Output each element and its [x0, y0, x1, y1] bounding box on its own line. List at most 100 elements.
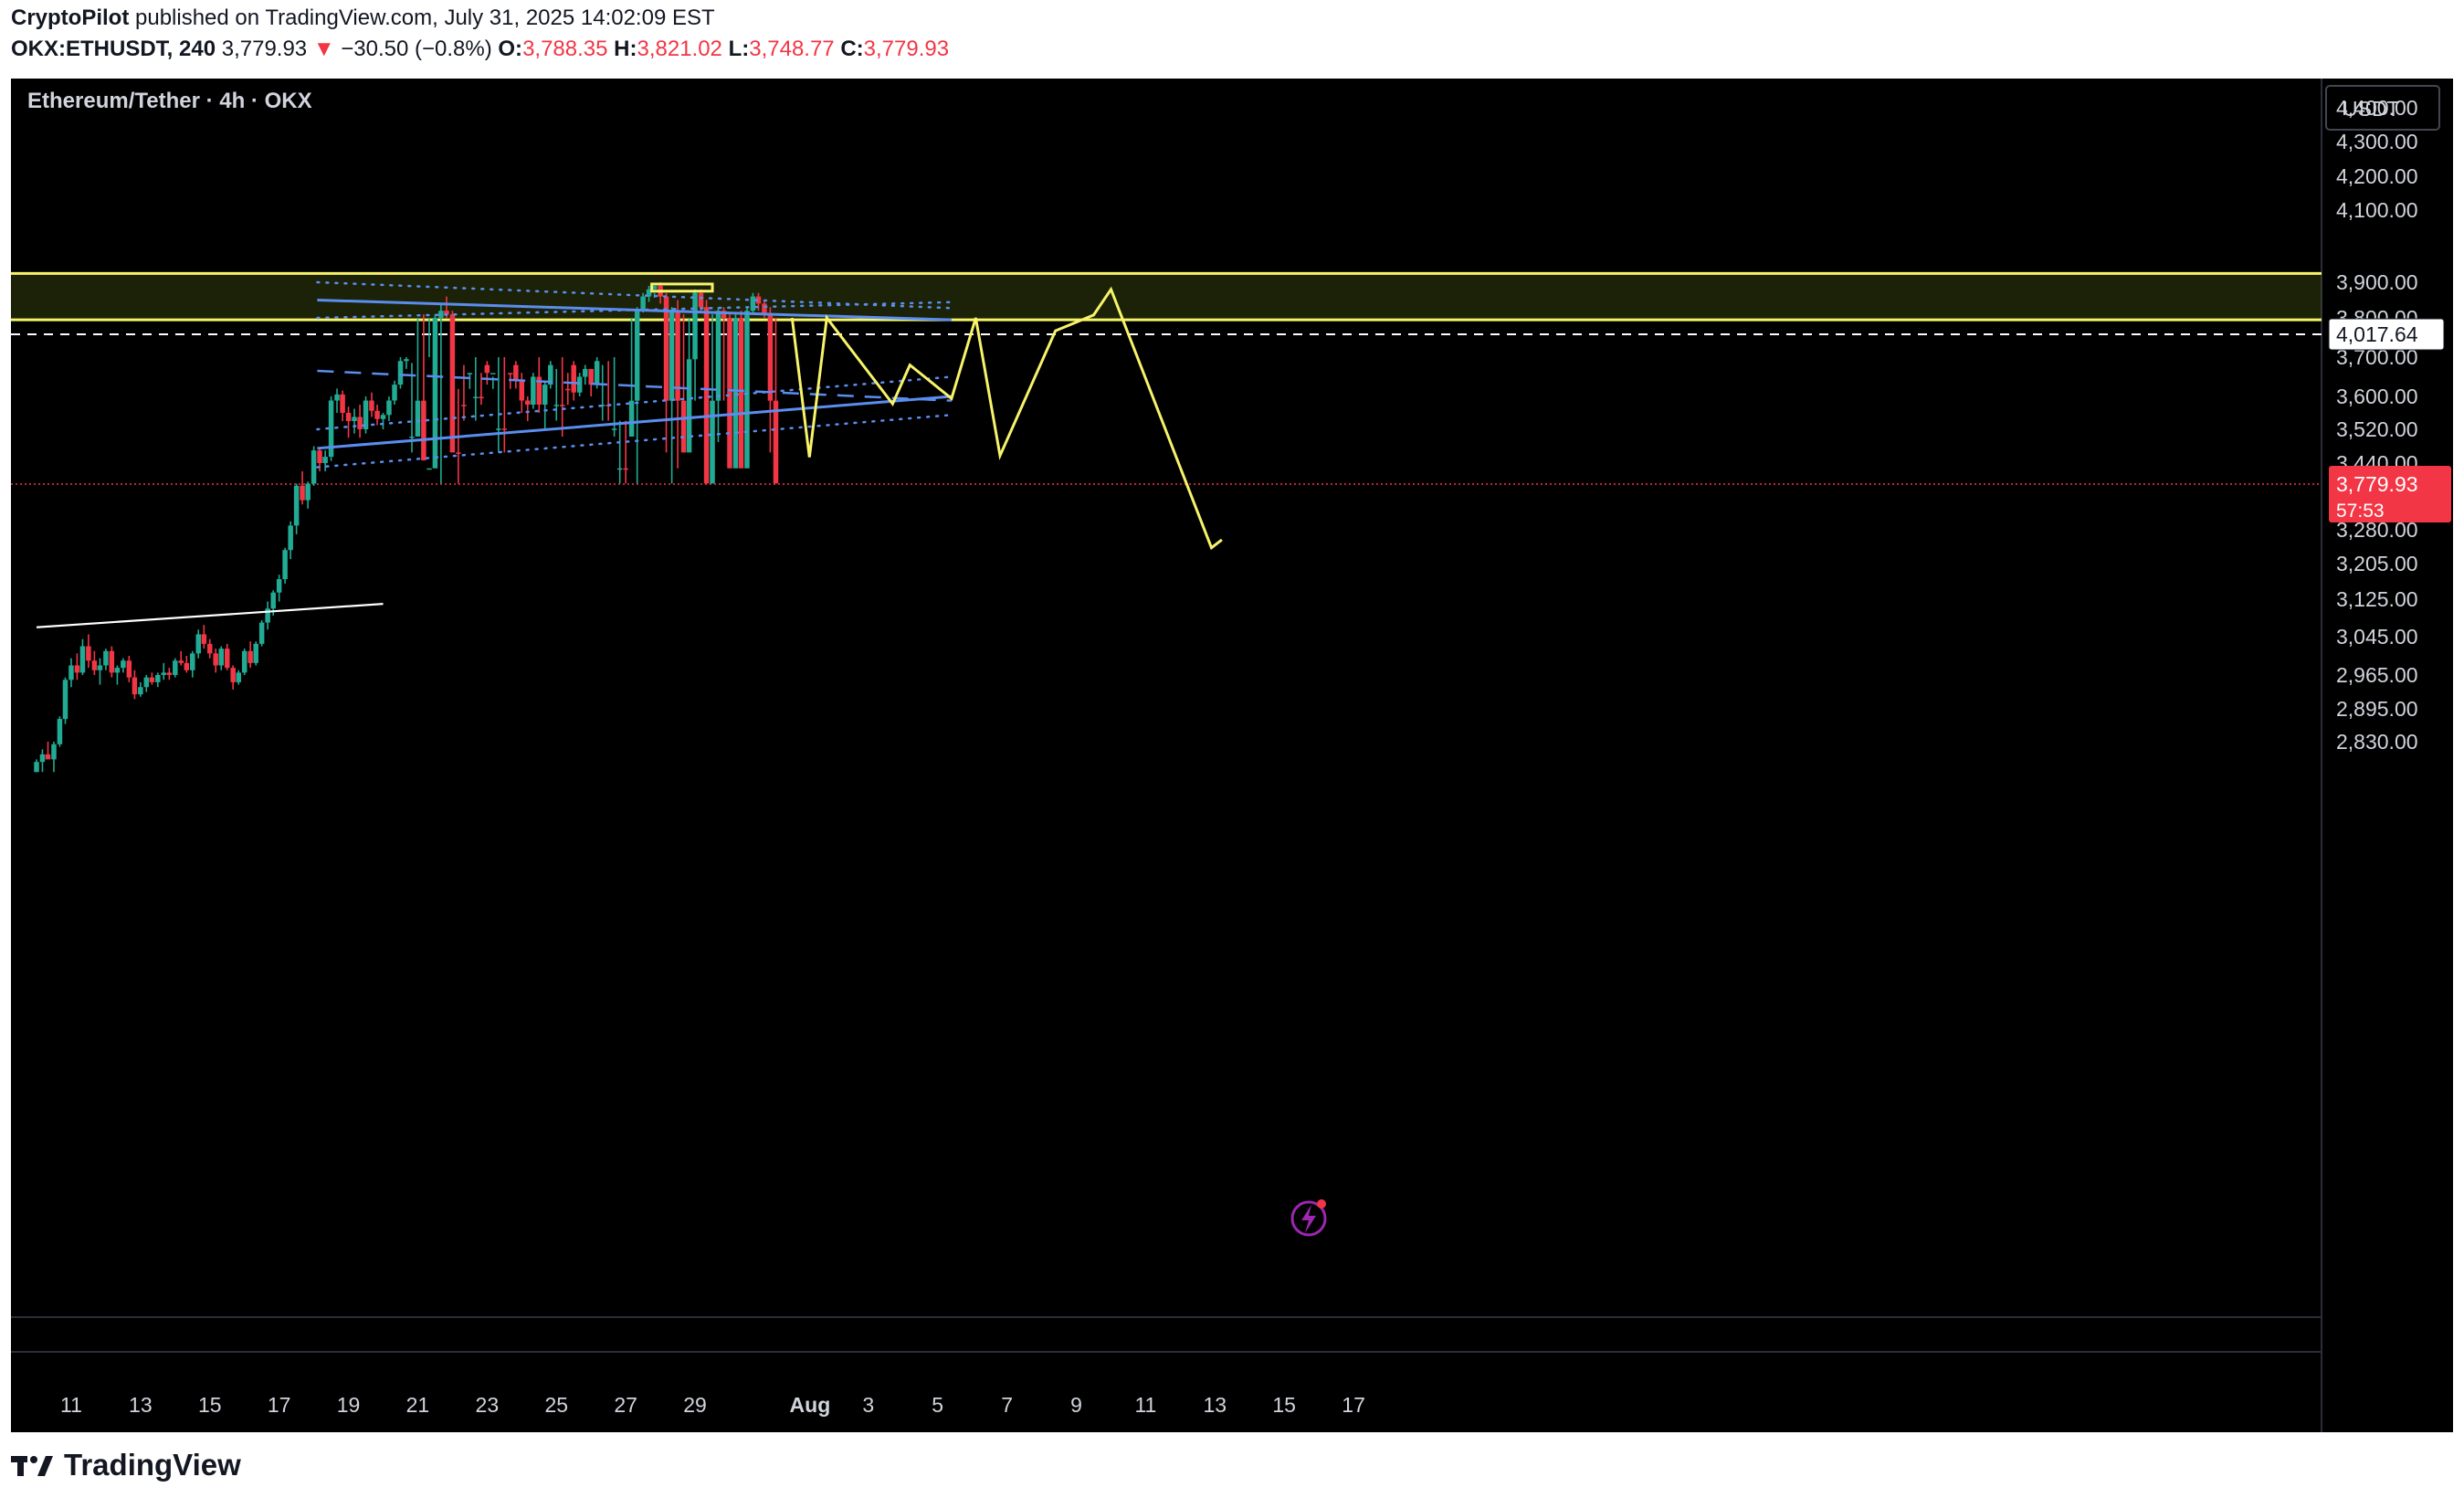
x-tick-label: 17: [1342, 1393, 1365, 1417]
candle-body: [727, 318, 732, 469]
candle-body: [236, 672, 241, 682]
candle-body: [404, 359, 409, 362]
candle-body: [490, 373, 496, 374]
resistance-zone: [11, 273, 2322, 321]
candle-body: [438, 311, 444, 318]
publish-text: published on TradingView.com, July 31, 2…: [135, 5, 715, 30]
author-name[interactable]: CryptoPilot: [11, 5, 129, 30]
price-chart[interactable]: Ethereum/Tether · 4h · OKX USDT4,400.004,…: [11, 79, 2453, 1432]
candle-body: [270, 592, 276, 609]
candle-body: [634, 309, 640, 401]
candle-body: [715, 311, 721, 401]
candle-body: [305, 483, 311, 501]
candle: [744, 307, 750, 469]
candle-body: [114, 668, 121, 673]
x-tick-label: 15: [1272, 1393, 1296, 1417]
candle: [363, 396, 369, 434]
candle: [62, 677, 68, 724]
candle-body: [588, 368, 594, 385]
candle-body: [565, 388, 571, 391]
candle-body: [62, 680, 68, 720]
candle-body: [680, 400, 687, 453]
candle-body: [513, 364, 519, 381]
footer-brand: TradingView: [64, 1448, 241, 1482]
candle-body: [508, 373, 513, 374]
candle-body: [241, 650, 247, 673]
candle-body: [582, 368, 588, 377]
candle-body: [51, 744, 57, 760]
candle: [258, 620, 265, 647]
candle-body: [352, 417, 357, 421]
candle-body: [149, 677, 155, 682]
candle-body: [542, 385, 548, 405]
candle-body: [258, 622, 265, 644]
candle-body: [501, 428, 508, 430]
candle: [397, 357, 404, 389]
candle-body: [109, 650, 115, 673]
candle-body: [91, 660, 98, 670]
candle-body: [178, 660, 184, 663]
x-tick-label: 13: [129, 1393, 153, 1417]
candle: [57, 716, 63, 747]
candle-body: [415, 400, 421, 437]
candle-body: [409, 436, 415, 438]
candle-body: [369, 400, 374, 411]
open-label: O:: [498, 37, 523, 61]
candle-body: [531, 376, 536, 405]
candle-body: [126, 660, 132, 678]
candle-body: [195, 634, 201, 654]
candle-body: [686, 359, 692, 453]
candle-body: [594, 361, 600, 385]
candle-body: [166, 672, 173, 675]
candle: [173, 658, 178, 678]
x-tick-label: 15: [198, 1393, 222, 1417]
last-price: 3,779.93: [221, 37, 308, 61]
y-tick-label: 4,400.00: [2336, 96, 2418, 120]
candle-body: [190, 653, 195, 670]
candle-body: [79, 646, 86, 673]
candle-body: [519, 380, 525, 401]
candle-body: [698, 292, 704, 308]
candle-body: [161, 672, 167, 675]
tradingview-logo[interactable]: TradingView: [11, 1432, 241, 1498]
candle-body: [744, 311, 750, 469]
candle-body: [143, 677, 150, 688]
candle-body: [628, 400, 635, 437]
candle-body: [282, 550, 288, 580]
last-price-label: 3,779.93: [2336, 472, 2418, 496]
tradingview-logo-icon: [11, 1456, 53, 1476]
bar-countdown: 57:53: [2336, 501, 2385, 522]
candle-body: [322, 457, 328, 463]
y-tick-label: 3,125.00: [2336, 587, 2418, 611]
candle-body: [484, 364, 490, 374]
candle-body: [773, 400, 779, 484]
y-tick-label: 3,205.00: [2336, 552, 2418, 575]
candle-body: [39, 754, 46, 763]
candle-body: [456, 452, 461, 454]
candle-body: [201, 634, 207, 644]
x-tick-label: 13: [1204, 1393, 1227, 1417]
candle-body: [317, 450, 322, 463]
publish-info: CryptoPilot published on TradingView.com…: [11, 5, 715, 31]
open-value: 3,788.35: [522, 37, 608, 61]
candle: [432, 314, 438, 469]
down-arrow-icon: ▼: [312, 37, 335, 61]
candle-body: [288, 525, 293, 551]
candle-body: [426, 468, 432, 470]
x-tick-label: 11: [1134, 1393, 1156, 1417]
candle-body: [397, 361, 404, 385]
x-tick-label: 7: [1001, 1393, 1013, 1417]
candle-body: [525, 400, 531, 405]
candle-body: [334, 394, 340, 401]
candle-body: [703, 307, 710, 484]
candle-body: [247, 650, 253, 663]
candle-body: [213, 653, 218, 666]
candle-body: [218, 649, 225, 666]
candle-body: [311, 450, 317, 484]
candle-body: [224, 649, 230, 669]
candle-body: [276, 579, 282, 593]
candle-body: [173, 660, 178, 675]
candle-body: [421, 400, 426, 461]
candle: [282, 547, 288, 584]
candle: [241, 649, 247, 675]
